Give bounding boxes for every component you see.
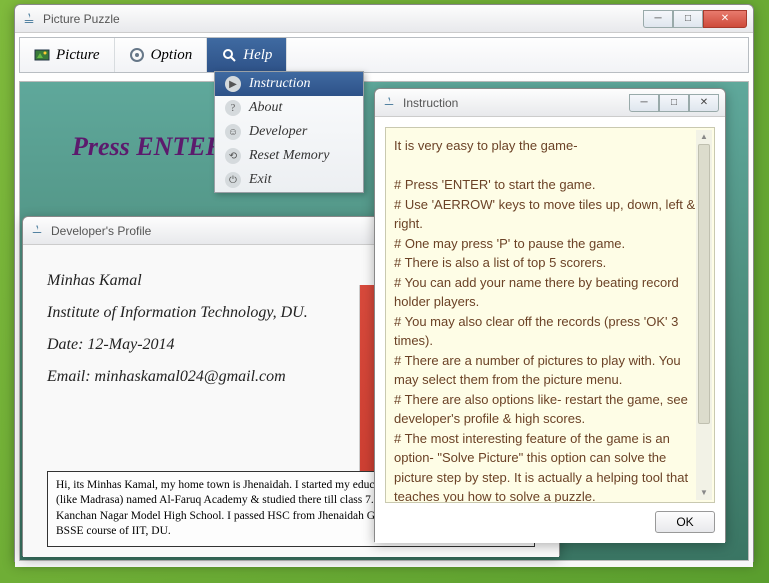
java-icon <box>29 223 45 239</box>
option-icon <box>129 47 145 63</box>
instruction-window: Instruction ─ □ ✕ It is very easy to pla… <box>374 88 726 542</box>
instruction-title: Instruction <box>403 96 629 110</box>
menu-option[interactable]: Option <box>115 38 208 72</box>
dd-developer[interactable]: ☺Developer <box>215 120 363 144</box>
arrow-right-icon: ▶ <box>225 76 241 92</box>
dd-exit[interactable]: ⏻Exit <box>215 168 363 192</box>
menu-picture[interactable]: Picture <box>20 38 115 72</box>
scroll-thumb[interactable] <box>698 144 710 424</box>
refresh-icon: ⟲ <box>225 148 241 164</box>
help-dropdown: ▶Instruction ?About ☺Developer ⟲Reset Me… <box>214 71 364 193</box>
exit-icon: ⏻ <box>225 172 241 188</box>
instruction-text-area[interactable]: It is very easy to play the game- # Pres… <box>385 127 715 503</box>
scrollbar[interactable]: ▲ ▼ <box>696 130 712 500</box>
instruction-titlebar[interactable]: Instruction ─ □ ✕ <box>375 89 725 117</box>
person-icon: ☺ <box>225 124 241 140</box>
maximize-button[interactable]: □ <box>673 10 703 28</box>
instruction-maximize-button[interactable]: □ <box>659 94 689 112</box>
menu-help[interactable]: Help <box>207 38 287 72</box>
ok-button[interactable]: OK <box>655 511 715 533</box>
dd-reset-memory[interactable]: ⟲Reset Memory <box>215 144 363 168</box>
question-icon: ? <box>225 100 241 116</box>
instruction-minimize-button[interactable]: ─ <box>629 94 659 112</box>
picture-icon <box>34 47 50 63</box>
help-icon <box>221 47 237 63</box>
java-icon <box>21 11 37 27</box>
minimize-button[interactable]: ─ <box>643 10 673 28</box>
scroll-up-icon[interactable]: ▲ <box>696 130 712 144</box>
scroll-down-icon[interactable]: ▼ <box>696 486 712 500</box>
menubar: Picture Option Help <box>19 37 749 73</box>
close-button[interactable]: ✕ <box>703 10 747 28</box>
dd-about[interactable]: ?About <box>215 96 363 120</box>
main-titlebar[interactable]: Picture Puzzle ─ □ ✕ <box>15 5 753 33</box>
main-title: Picture Puzzle <box>43 12 643 26</box>
dd-instruction[interactable]: ▶Instruction <box>215 72 363 96</box>
java-icon <box>381 95 397 111</box>
instruction-close-button[interactable]: ✕ <box>689 94 719 112</box>
